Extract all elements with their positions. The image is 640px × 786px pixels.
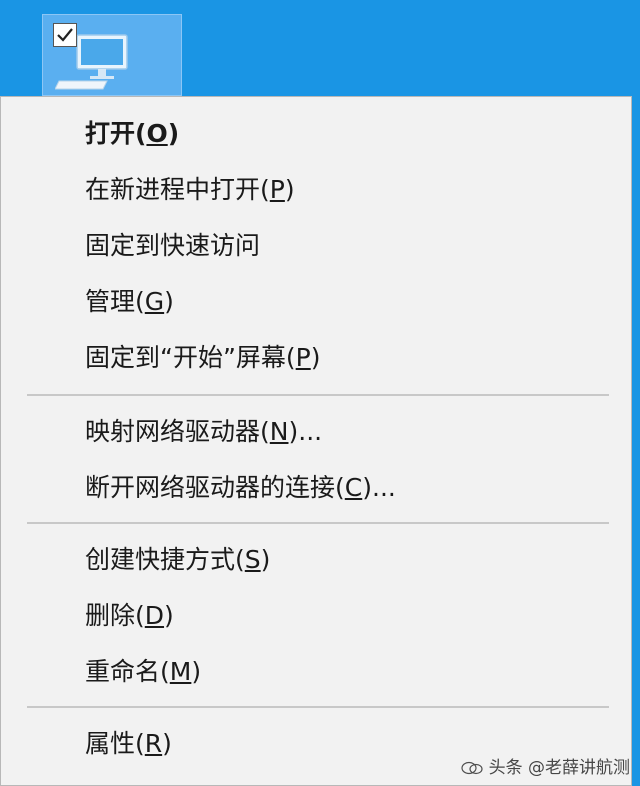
accel-open-paren: (	[285, 343, 296, 372]
accel-open-paren: (	[135, 119, 147, 148]
menu-item-accelerator: S	[244, 545, 261, 574]
accel-open-paren: (	[135, 729, 145, 758]
menu-item[interactable]: 固定到快速访问	[1, 219, 631, 273]
menu-separator	[27, 706, 609, 708]
accel-close-paren: )	[167, 119, 180, 148]
menu-item-accelerator: M	[169, 657, 192, 686]
menu-item-ellipsis: ...	[372, 473, 396, 502]
menu-item-label: 删除	[85, 601, 136, 630]
accel-close-paren: )	[362, 473, 373, 502]
menu-item-accelerator: C	[344, 473, 363, 502]
accel-close-paren: )	[310, 343, 321, 372]
accel-close-paren: )	[288, 417, 299, 446]
menu-item-accelerator: R	[144, 729, 163, 758]
menu-item[interactable]: 断开网络驱动器的连接(C)...	[1, 461, 631, 515]
wechat-icon	[461, 761, 483, 775]
menu-item-label: 重命名	[85, 657, 161, 686]
menu-item-label: 断开网络驱动器的连接	[85, 473, 336, 502]
menu-item-ellipsis: ...	[298, 417, 323, 446]
selection-checkbox[interactable]	[53, 23, 77, 47]
context-menu: 打开(O) 在新进程中打开(P) 固定到快速访问 管理(G) 固定到“开始”屏幕(P) 映…	[0, 96, 632, 786]
menu-item-accelerator: N	[269, 417, 289, 446]
accel-close-paren: )	[191, 657, 202, 686]
accel-open-paren: (	[335, 473, 345, 502]
menu-item-accelerator: P	[295, 343, 311, 372]
accel-open-paren: (	[135, 601, 145, 630]
menu-item[interactable]: 固定到“开始”屏幕(P)	[1, 331, 631, 385]
menu-item[interactable]: 管理(G)	[1, 275, 631, 329]
menu-item[interactable]: 删除(D)	[1, 589, 631, 643]
accel-close-paren: )	[162, 729, 172, 758]
accel-open-paren: (	[235, 545, 245, 574]
menu-item-label: 管理	[85, 287, 136, 316]
accel-open-paren: (	[260, 175, 270, 204]
menu-item-label: 打开	[85, 119, 136, 148]
menu-item[interactable]: 创建快捷方式(S)	[1, 533, 631, 587]
menu-item[interactable]: 重命名(M)	[1, 645, 631, 699]
menu-item-accelerator: O	[146, 119, 168, 148]
checkmark-icon	[57, 28, 73, 42]
menu-item-label: 固定到快速访问	[85, 231, 261, 260]
menu-separator	[27, 522, 609, 524]
menu-item-label: 映射网络驱动器	[85, 417, 261, 446]
menu-item[interactable]: 打开(O)	[1, 107, 631, 161]
menu-item-accelerator: P	[269, 175, 285, 204]
watermark: 头条 @老薛讲航测	[461, 753, 630, 778]
accel-open-paren: (	[135, 287, 145, 316]
accel-close-paren: )	[284, 175, 295, 204]
desktop: 打开(O) 在新进程中打开(P) 固定到快速访问 管理(G) 固定到“开始”屏幕(P) 映…	[0, 0, 640, 786]
menu-item[interactable]: 映射网络驱动器(N)...	[1, 405, 631, 459]
menu-item-label: 创建快捷方式	[85, 545, 236, 574]
menu-item-accelerator: D	[144, 601, 165, 630]
watermark-text: 头条 @老薛讲航测	[488, 758, 630, 778]
accel-open-paren: (	[160, 657, 170, 686]
accel-close-paren: )	[164, 601, 174, 630]
accel-close-paren: )	[164, 287, 174, 316]
accel-close-paren: )	[260, 545, 271, 574]
menu-item[interactable]: 在新进程中打开(P)	[1, 163, 631, 217]
menu-item-accelerator: G	[144, 287, 165, 316]
accel-open-paren: (	[260, 417, 270, 446]
menu-item-label: 属性	[85, 729, 136, 758]
menu-item-label: 固定到“开始”屏幕	[85, 343, 286, 372]
menu-separator	[27, 394, 609, 396]
menu-item-label: 在新进程中打开	[85, 175, 261, 204]
this-pc-desktop-icon[interactable]	[42, 14, 182, 96]
